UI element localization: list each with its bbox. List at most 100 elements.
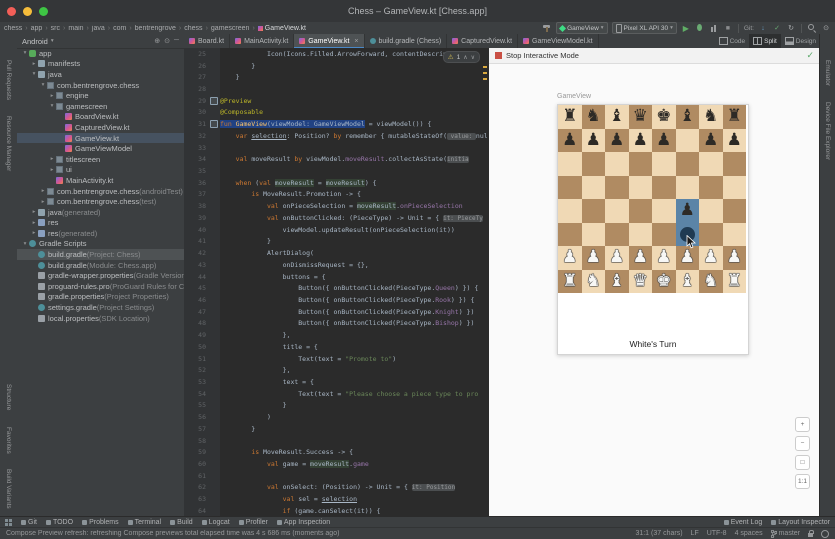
run-button[interactable]: ▶ (681, 23, 691, 33)
board-square[interactable]: ♟ (629, 129, 653, 153)
code-line[interactable]: 49 }, (184, 329, 488, 341)
encoding-indicator[interactable]: UTF-8 (707, 530, 727, 537)
piece-bb[interactable]: ♝ (605, 105, 629, 129)
board-square[interactable]: ♚ (652, 270, 676, 294)
hide-panel-icon[interactable]: ─ (174, 37, 179, 45)
chevron-right-icon[interactable]: ▸ (30, 230, 38, 236)
tree-item[interactable]: build.gradle (Project: Chess) (17, 249, 184, 260)
code-line[interactable]: 51 Text(text = "Promote to") (184, 353, 488, 365)
settings-icon[interactable]: ⊙ (821, 23, 831, 33)
tree-item[interactable]: proguard-rules.pro (ProGuard Rules for C… (17, 281, 184, 292)
piece-wr[interactable]: ♜ (723, 270, 747, 294)
board-square[interactable]: ♜ (723, 105, 747, 129)
piece-wp[interactable]: ♟ (723, 246, 747, 270)
board-square[interactable] (652, 152, 676, 176)
board-square[interactable]: ♞ (699, 105, 723, 129)
piece-wr[interactable]: ♜ (558, 270, 582, 294)
board-square[interactable] (629, 199, 653, 223)
board-square[interactable]: ♝ (605, 105, 629, 129)
piece-bp[interactable]: ♟ (699, 129, 723, 153)
board-square[interactable] (723, 199, 747, 223)
board-square[interactable]: ♟ (699, 246, 723, 270)
board-square[interactable]: ♞ (582, 105, 606, 129)
tool-window-button-logcat[interactable]: Logcat (202, 519, 230, 526)
piece-wb[interactable]: ♝ (605, 270, 629, 294)
piece-wp[interactable]: ♟ (652, 246, 676, 270)
board-square[interactable]: ♟ (676, 246, 700, 270)
board-square[interactable] (605, 176, 629, 200)
board-square[interactable]: ♟ (605, 246, 629, 270)
tree-item[interactable]: ▸engine (17, 90, 184, 101)
piece-wn[interactable]: ♞ (699, 270, 723, 294)
tree-item[interactable]: ▸com.bentrengrove.chess (test) (17, 196, 184, 207)
prev-warning-icon[interactable]: ∧ (463, 54, 467, 61)
code-line[interactable]: 56 ) (184, 411, 488, 423)
code-editor[interactable]: 25 Icon(Icons.Filled.ArrowForward, conte… (184, 48, 488, 517)
breadcrumb-item[interactable]: chess (4, 25, 22, 32)
code-line[interactable]: 47 Button({ onButtonClicked(PieceType.Kn… (184, 306, 488, 318)
code-line[interactable]: 50 title = { (184, 341, 488, 353)
piece-bn[interactable]: ♞ (582, 105, 606, 129)
tree-item[interactable]: build.gradle (Module: Chess.app) (17, 260, 184, 271)
tree-item[interactable]: ▸ui (17, 165, 184, 176)
tree-item[interactable]: ▸manifests (17, 59, 184, 70)
tree-item[interactable]: BoardView.kt (17, 112, 184, 123)
zoom-fit-button[interactable]: □ (795, 455, 810, 470)
line-ending-indicator[interactable]: LF (691, 530, 699, 537)
board-square[interactable]: ♞ (582, 270, 606, 294)
code-line[interactable]: 42 AlertDialog( (184, 247, 488, 259)
tool-window-button-terminal[interactable]: Terminal (128, 519, 161, 526)
tree-item[interactable]: MainActivity.kt (17, 175, 184, 186)
git-branch-widget[interactable]: master (771, 530, 800, 538)
tool-window-button-device-file-explorer[interactable]: Device File Explorer (824, 102, 831, 160)
indent-indicator[interactable]: 4 spaces (735, 530, 763, 537)
board-square[interactable]: ♟ (699, 129, 723, 153)
notifications-icon[interactable] (821, 530, 829, 538)
board-square[interactable]: ♟ (723, 129, 747, 153)
board-square[interactable] (699, 223, 723, 247)
tool-window-switcher-icon[interactable] (5, 519, 12, 526)
piece-wp[interactable]: ♟ (676, 246, 700, 270)
code-line[interactable]: 37 is MoveResult.Promotion -> { (184, 189, 488, 201)
chevron-right-icon[interactable]: ▸ (30, 61, 38, 67)
chevron-right-icon[interactable]: ▸ (30, 220, 38, 226)
board-square[interactable] (723, 223, 747, 247)
code-line[interactable]: 32 var selection: Position? by remember … (184, 130, 488, 142)
board-square[interactable] (582, 223, 606, 247)
board-square[interactable]: ♟ (558, 129, 582, 153)
project-view-header[interactable]: Android ▾ ⊕ ⊙ ─ (17, 34, 184, 49)
code-line[interactable]: 26 } (184, 60, 488, 72)
code-line[interactable]: 35 (184, 165, 488, 177)
editor-tab[interactable]: Board.kt (184, 34, 230, 48)
breadcrumb-item[interactable]: java (92, 25, 105, 32)
piece-bp[interactable]: ♟ (652, 129, 676, 153)
piece-bq[interactable]: ♛ (629, 105, 653, 129)
code-line[interactable]: 58 (184, 435, 488, 447)
breadcrumb-item[interactable]: chess (184, 25, 202, 32)
board-square[interactable] (605, 199, 629, 223)
inspections-widget[interactable]: ⚠ 1 ∧ ∨ (443, 51, 480, 63)
code-line[interactable]: 29@Preview (184, 95, 488, 107)
chevron-down-icon[interactable]: ▾ (21, 241, 29, 247)
tree-item[interactable]: local.properties (SDK Location) (17, 313, 184, 324)
tree-item[interactable]: ▾com.bentrengrove.chess (17, 80, 184, 91)
editor-tab[interactable]: GameView.kt× (294, 34, 364, 48)
code-line[interactable]: 59 is MoveResult.Success -> { (184, 446, 488, 458)
tool-window-button-build[interactable]: Build (170, 519, 193, 526)
board-square[interactable] (699, 199, 723, 223)
piece-bp[interactable]: ♟ (605, 129, 629, 153)
board-square[interactable]: ♟ (558, 246, 582, 270)
tool-window-button-structure[interactable]: Structure (5, 384, 12, 410)
board-square[interactable]: ♟ (676, 199, 700, 223)
board-square[interactable]: ♟ (582, 129, 606, 153)
build-hammer-icon[interactable] (542, 23, 552, 33)
tool-window-button-profiler[interactable]: Profiler (239, 519, 268, 526)
breadcrumb-item[interactable]: com (113, 25, 126, 32)
code-line[interactable]: 48 Button({ onButtonClicked(PieceType.Bi… (184, 318, 488, 330)
chevron-down-icon[interactable]: ▾ (39, 82, 47, 88)
piece-bp[interactable]: ♟ (723, 129, 747, 153)
piece-wp[interactable]: ♟ (629, 246, 653, 270)
code-line[interactable]: 62 val onSelect: (Position) -> Unit = { … (184, 482, 488, 494)
board-square[interactable] (676, 176, 700, 200)
code-line[interactable]: 57 } (184, 423, 488, 435)
